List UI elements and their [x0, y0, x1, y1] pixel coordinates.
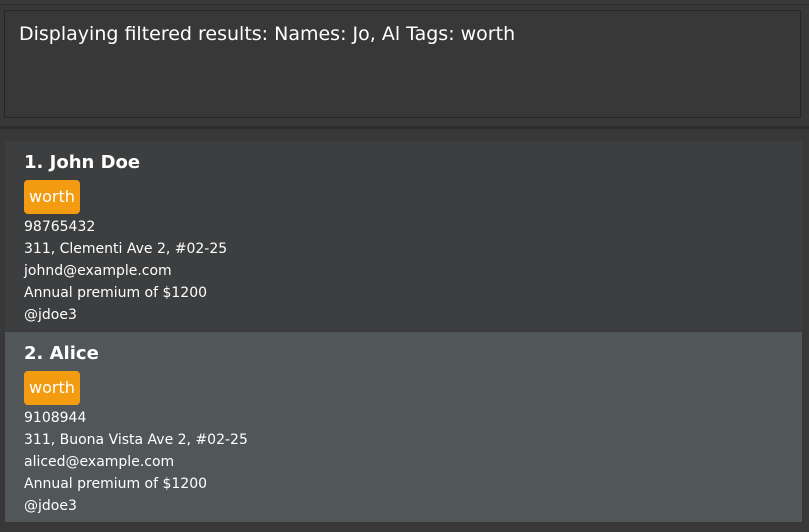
person-handle: @jdoe3 — [24, 307, 77, 323]
person-card[interactable]: 2. Alice worth 9108944 311, Buona Vista … — [5, 332, 802, 522]
person-phone: 98765432 — [24, 219, 96, 235]
list-scroll-edge — [803, 129, 809, 532]
person-premium: Annual premium of $1200 — [24, 285, 208, 301]
app-window: Displaying filtered results: Names: Jo, … — [0, 0, 809, 532]
person-name: 1. John Doe — [24, 152, 141, 173]
result-message: Displaying filtered results: Names: Jo, … — [19, 23, 516, 45]
person-card[interactable]: 1. John Doe worth 98765432 311, Clementi… — [5, 141, 802, 331]
person-email: aliced@example.com — [24, 454, 175, 470]
person-handle: @jdoe3 — [24, 498, 77, 514]
person-tag: worth — [24, 371, 80, 405]
person-list[interactable]: 1. John Doe worth 98765432 311, Clementi… — [0, 129, 809, 532]
person-email: johnd@example.com — [24, 263, 172, 279]
person-name: 2. Alice — [24, 343, 99, 364]
result-display[interactable]: Displaying filtered results: Names: Jo, … — [4, 10, 801, 118]
person-premium: Annual premium of $1200 — [24, 476, 208, 492]
person-tag: worth — [24, 180, 80, 214]
person-address: 311, Clementi Ave 2, #02-25 — [24, 241, 228, 257]
person-address: 311, Buona Vista Ave 2, #02-25 — [24, 432, 248, 448]
top-strip — [0, 0, 809, 5]
person-phone: 9108944 — [24, 410, 87, 426]
